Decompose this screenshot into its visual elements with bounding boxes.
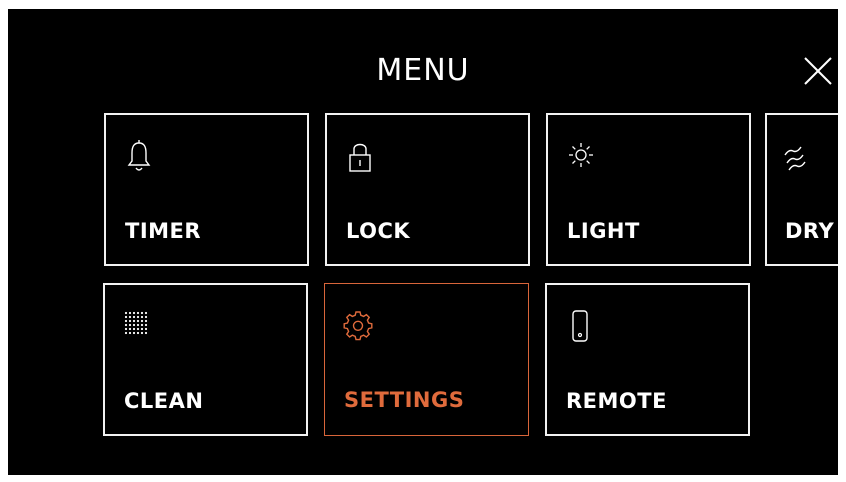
dot-grid-icon <box>124 311 148 335</box>
lock-icon <box>349 143 371 172</box>
timer-tile[interactable]: TIMER <box>104 113 309 266</box>
light-label: LIGHT <box>567 219 640 243</box>
timer-label: TIMER <box>125 219 202 243</box>
lock-tile[interactable]: LOCK <box>325 113 530 266</box>
heat-waves-icon <box>784 146 806 171</box>
light-tile[interactable]: LIGHT <box>546 113 751 266</box>
remote-tile[interactable]: REMOTE <box>545 283 750 436</box>
dry-tile[interactable]: DRY <box>765 113 838 266</box>
bell-icon <box>127 140 151 171</box>
gear-icon <box>343 311 373 341</box>
settings-label: SETTINGS <box>344 388 465 412</box>
sun-icon <box>569 143 593 167</box>
close-button[interactable] <box>801 54 835 88</box>
dry-label: DRY <box>785 219 835 243</box>
clean-label: CLEAN <box>124 389 204 413</box>
menu-screen: MENU TIMER LOCK LIGHT DRY CLEAN SETTINGS… <box>8 9 838 475</box>
close-icon <box>804 57 832 85</box>
clean-tile[interactable]: CLEAN <box>103 283 308 436</box>
menu-title: MENU <box>376 53 470 88</box>
phone-icon <box>572 310 588 342</box>
settings-tile[interactable]: SETTINGS <box>324 283 529 436</box>
lock-label: LOCK <box>346 219 411 243</box>
remote-label: REMOTE <box>566 389 667 413</box>
